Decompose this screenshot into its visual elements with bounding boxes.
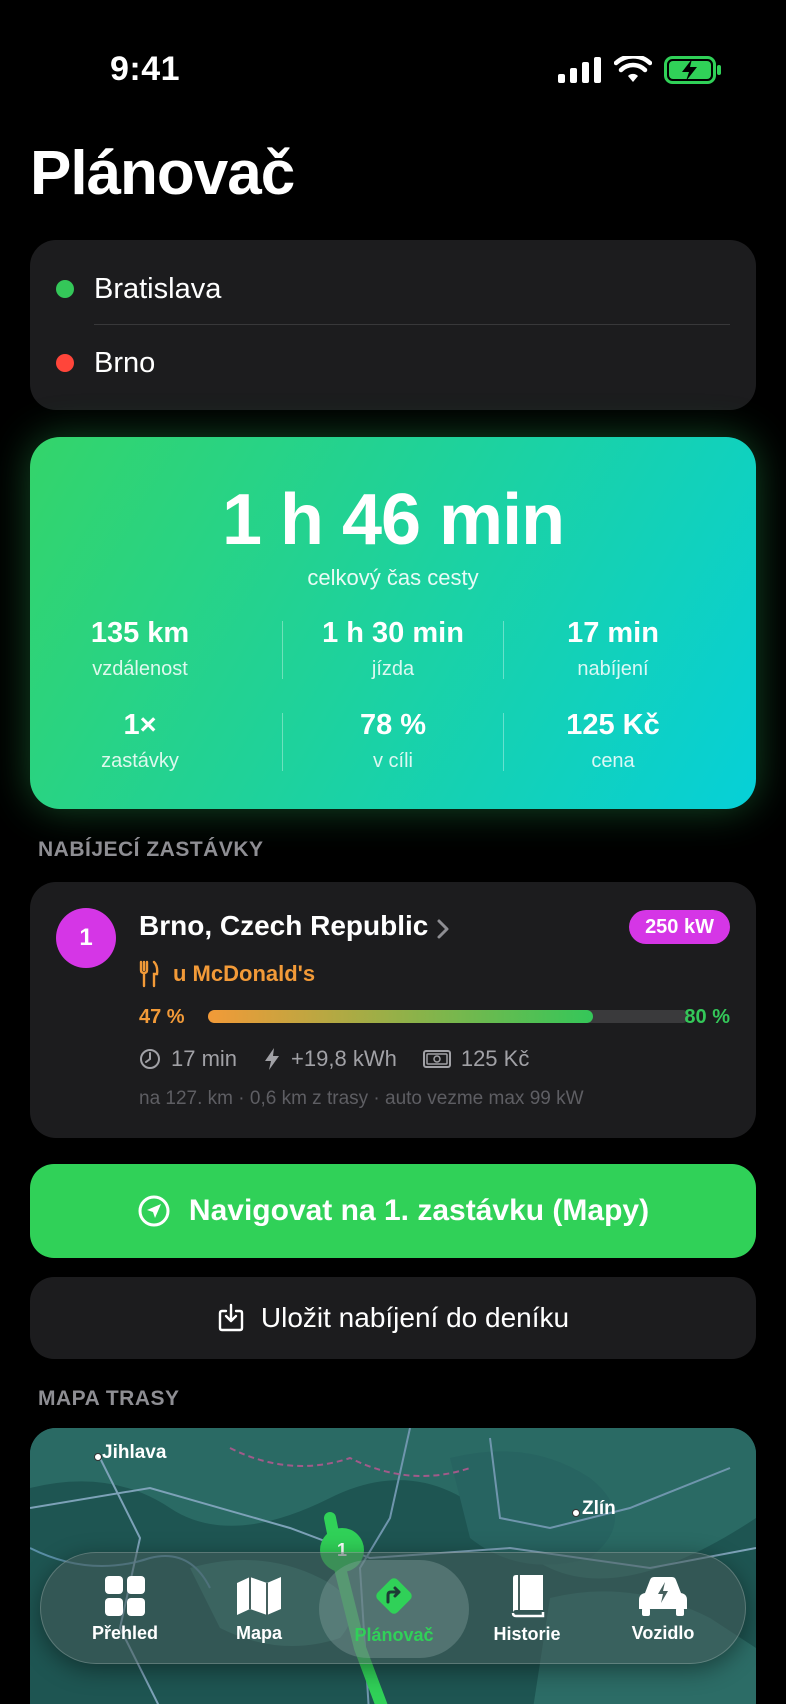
stop-name[interactable]: Brno, Czech Republic — [139, 910, 428, 942]
energy-value: +19,8 kWh — [291, 1046, 397, 1071]
cost-meta: 125 Kč — [422, 1046, 530, 1072]
cellular-signal-icon — [558, 57, 601, 83]
stop-number-badge: 1 — [56, 908, 116, 968]
stat-label: v cíli — [373, 750, 413, 772]
navigate-button-label: Navigovat na 1. zastávku (Mapy) — [188, 1194, 650, 1227]
energy-meta: +19,8 kWh — [263, 1046, 397, 1072]
tab-mapa[interactable]: Mapa — [189, 1553, 329, 1665]
car-bolt-icon — [639, 1576, 687, 1616]
soc-progress-fill — [208, 1010, 593, 1023]
tab-label: Historie — [493, 1623, 561, 1644]
stat-value: 17 min — [567, 617, 659, 649]
navigation-arrow-icon — [138, 1195, 170, 1227]
charging-stops-section-title: NABÍJECÍ ZASTÁVKY — [38, 838, 264, 861]
tab-prehled[interactable]: Přehled — [55, 1553, 195, 1665]
tab-label: Přehled — [91, 1622, 159, 1643]
fork-knife-icon — [139, 960, 159, 988]
charger-power-badge: 250 kW — [629, 910, 730, 944]
origin-dot-icon — [56, 280, 74, 298]
duration-value: 17 min — [171, 1046, 238, 1071]
amenity-label: u McDonald's — [173, 961, 316, 986]
bolt-icon — [265, 1048, 280, 1070]
wifi-icon — [614, 56, 652, 82]
tab-planovac[interactable]: Plánovač — [319, 1560, 469, 1658]
stat-distance: 135 km vzdálenost — [30, 617, 250, 681]
tab-label: Vozidlo — [631, 1622, 695, 1643]
navigate-to-stop-button[interactable]: Navigovat na 1. zastávku (Mapy) — [30, 1164, 756, 1258]
stat-value: 78 % — [359, 709, 427, 741]
page-title: Plánovač — [30, 139, 295, 208]
map-icon — [237, 1576, 281, 1615]
destination-dot-icon — [56, 354, 74, 372]
stat-value: 1 h 30 min — [322, 617, 464, 649]
city-dot-icon — [94, 1453, 102, 1461]
route-card: Bratislava Brno — [30, 240, 756, 410]
stat-label: cena — [591, 750, 635, 772]
status-icons — [558, 56, 722, 84]
map-label-zlin: Zlín — [582, 1498, 616, 1519]
book-icon — [511, 1574, 545, 1617]
total-time-label: celkový čas cesty — [307, 565, 479, 590]
status-bar: 9:41 — [0, 0, 786, 140]
stat-value: 135 km — [90, 617, 190, 649]
stat-label: nabíjení — [577, 658, 649, 680]
stat-cost: 125 Kč cena — [503, 709, 723, 773]
tab-bar: Přehled Mapa Plánovač Historie Vozidlo — [40, 1552, 746, 1664]
save-charging-to-log-button[interactable]: Uložit nabíjení do deníku — [30, 1277, 756, 1359]
amenity-row: u McDonald's — [139, 960, 315, 988]
city-dot-icon — [572, 1509, 580, 1517]
tab-vozidlo[interactable]: Vozidlo — [593, 1553, 733, 1665]
stat-stops: 1× zastávky — [30, 709, 250, 773]
status-time: 9:41 — [110, 50, 181, 88]
trip-summary-card: 1 h 46 min celkový čas cesty 135 km vzdá… — [30, 437, 756, 809]
route-map-section-title: MAPA TRASY — [38, 1387, 180, 1410]
duration-meta: 17 min — [139, 1046, 237, 1072]
stat-label: zastávky — [101, 750, 179, 772]
battery-charging-icon — [664, 56, 721, 84]
stop-meta-row: 17 min +19,8 kWh 125 Kč — [139, 1046, 555, 1072]
soc-progress-track — [208, 1010, 689, 1023]
clock-icon — [140, 1049, 160, 1069]
charging-stop-card[interactable]: 1 Brno, Czech Republic 250 kW u McDonald… — [30, 882, 756, 1138]
origin-label: Bratislava — [94, 272, 222, 305]
cost-value: 125 Kč — [460, 1046, 530, 1071]
tab-label: Mapa — [235, 1622, 282, 1643]
banknote-icon — [422, 1050, 451, 1068]
destination-row[interactable]: Brno — [30, 326, 756, 400]
map-label-jihlava: Jihlava — [102, 1442, 167, 1463]
destination-label: Brno — [94, 346, 156, 379]
stat-label: vzdálenost — [92, 658, 188, 680]
total-time: 1 h 46 min — [221, 480, 565, 560]
soc-end-label: 80 % — [684, 1006, 730, 1028]
grid-icon — [105, 1575, 145, 1616]
route-divider — [94, 324, 730, 325]
origin-row[interactable]: Bratislava — [30, 252, 756, 326]
stat-value: 125 Kč — [566, 709, 660, 741]
stop-footer: na 127. km · 0,6 km z trasy · auto vezme… — [139, 1088, 584, 1109]
chevron-right-icon[interactable] — [436, 918, 450, 940]
stat-driving: 1 h 30 min jízda — [283, 617, 503, 681]
soc-start-label: 47 % — [139, 1006, 185, 1028]
tab-historie[interactable]: Historie — [457, 1553, 597, 1665]
stat-charging: 17 min nabíjení — [503, 617, 723, 681]
stat-value: 1× — [123, 709, 157, 741]
stat-label: jízda — [371, 658, 415, 680]
download-tray-icon — [218, 1303, 244, 1332]
stat-arrival-soc: 78 % v cíli — [283, 709, 503, 773]
tab-label: Plánovač — [354, 1624, 434, 1645]
route-icon — [376, 1577, 412, 1614]
save-button-label: Uložit nabíjení do deníku — [260, 1302, 570, 1333]
